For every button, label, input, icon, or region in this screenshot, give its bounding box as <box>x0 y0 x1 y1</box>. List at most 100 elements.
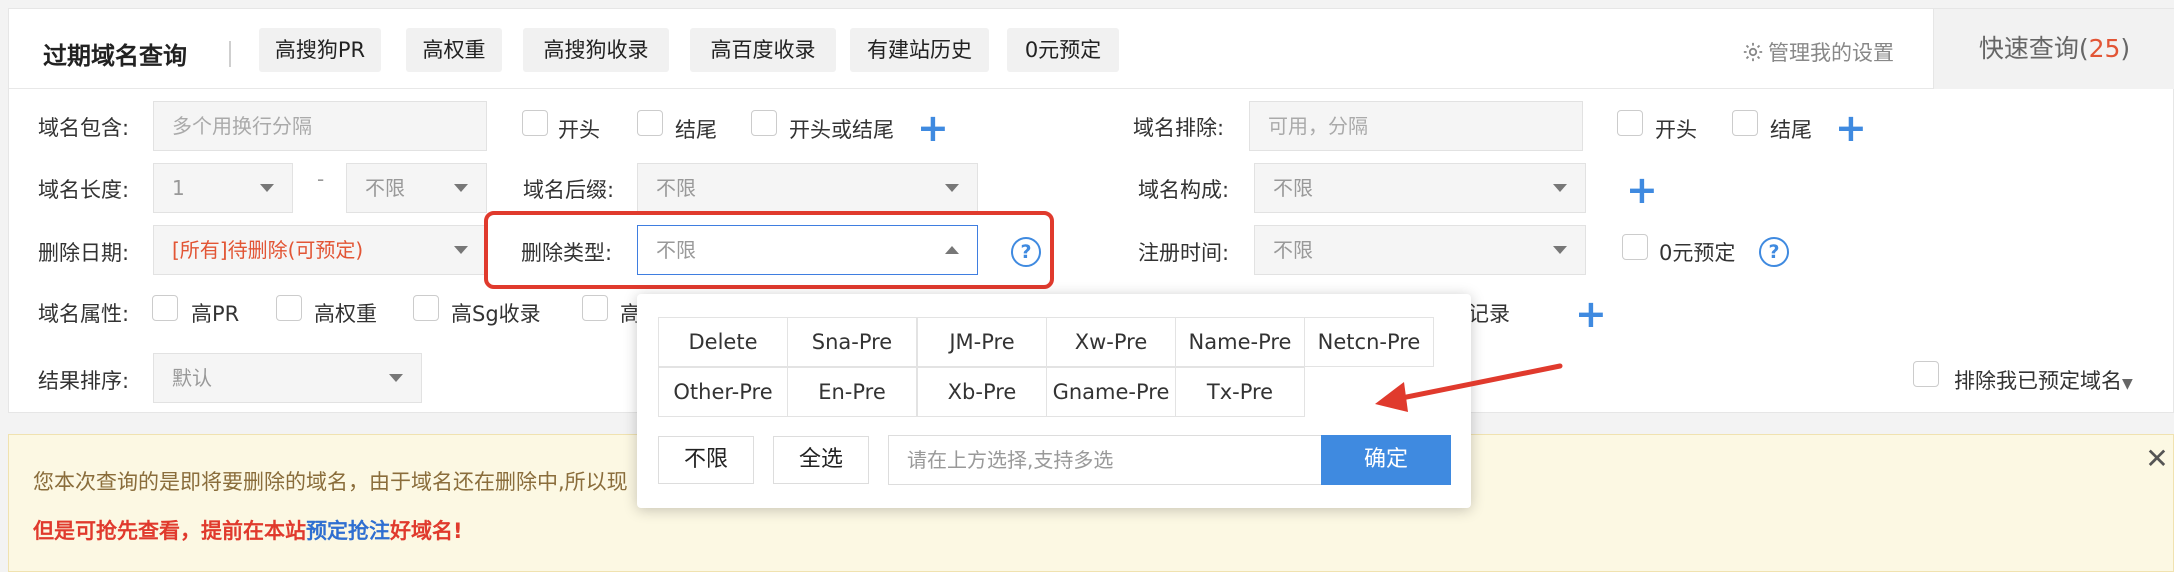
chevron-down-icon <box>260 184 274 192</box>
reg-time-label: 注册时间: <box>1138 241 1230 265</box>
contains-label: 域名包含: <box>38 116 130 140</box>
contains-starts-checkbox[interactable] <box>522 110 548 136</box>
attr-high-sg-checkbox[interactable] <box>413 295 439 321</box>
confirm-button[interactable]: 确定 <box>1321 435 1451 485</box>
sort-label: 结果排序: <box>38 369 130 393</box>
notice-line-1: 您本次查询的是即将要删除的域名，由于域名还在删除中,所以现 <box>33 470 628 494</box>
exclude-reserved-label[interactable]: 排除我已预定域名▼ <box>1954 365 2133 395</box>
chevron-down-icon <box>389 374 403 382</box>
reg-time-select[interactable]: 不限 <box>1254 225 1586 275</box>
delete-date-label: 删除日期: <box>38 241 130 265</box>
suffix-label: 域名后缀: <box>523 178 615 202</box>
option-tx-pre[interactable]: Tx-Pre <box>1175 367 1305 417</box>
notice-line-2: 但是可抢先查看，提前在本站预定抢注好域名! <box>33 515 463 545</box>
reg-time-value: 不限 <box>1273 238 1313 262</box>
option-xb-pre[interactable]: Xb-Pre <box>917 367 1047 417</box>
suffix-value: 不限 <box>656 176 696 200</box>
chevron-down-icon <box>454 184 468 192</box>
composition-label: 域名构成: <box>1138 178 1230 202</box>
option-xw-pre[interactable]: Xw-Pre <box>1046 317 1176 367</box>
attr-high-weight-label: 高权重 <box>314 302 377 326</box>
tag-high-weight[interactable]: 高权重 <box>406 28 502 72</box>
option-sna-pre[interactable]: Sna-Pre <box>787 317 917 367</box>
settings-label: 管理我的设置 <box>1768 41 1894 65</box>
attr-high-checkbox[interactable] <box>582 295 608 321</box>
zero-preorder-label: 0元预定 <box>1659 241 1736 265</box>
add-composition-icon[interactable]: + <box>1626 171 1658 209</box>
selection-input[interactable]: 请在上方选择,支持多选 <box>888 435 1324 485</box>
delete-date-value: [所有]待删除(可预定) <box>172 238 364 262</box>
add-exclude-icon[interactable]: + <box>1835 109 1867 147</box>
notice-line-2-b: 好域名! <box>390 519 463 543</box>
contains-starts-label: 开头 <box>558 118 600 142</box>
contains-input[interactable]: 多个用换行分隔 <box>153 101 487 151</box>
title-divider <box>229 41 231 67</box>
composition-value: 不限 <box>1273 176 1313 200</box>
length-min-value: 1 <box>172 176 185 200</box>
caret-down-icon: ▼ <box>2122 376 2133 392</box>
zero-preorder-help-icon[interactable]: ? <box>1759 237 1789 267</box>
tag-high-baidu-index[interactable]: 高百度收录 <box>690 28 836 72</box>
quick-query-tab[interactable]: 快速查询(25) <box>1933 9 2174 89</box>
contains-starts-or-ends-checkbox[interactable] <box>751 110 777 136</box>
attr-record-label: 记录 <box>1468 302 1510 326</box>
quick-label-end: ) <box>2120 34 2131 63</box>
tag-zero-preorder[interactable]: 0元预定 <box>1007 28 1119 72</box>
length-max-value: 不限 <box>365 176 405 200</box>
tag-build-history[interactable]: 有建站历史 <box>850 28 989 72</box>
suffix-select[interactable]: 不限 <box>637 163 978 213</box>
sort-value: 默认 <box>172 366 212 390</box>
option-delete[interactable]: Delete <box>658 317 788 367</box>
top-bar: 过期域名查询 高搜狗PR 高权重 高搜狗收录 高百度收录 有建站历史 0元预定 … <box>9 9 2174 89</box>
delete-type-dropdown: Delete Sna-Pre JM-Pre Xw-Pre Name-Pre Ne… <box>637 294 1471 508</box>
add-contains-icon[interactable]: + <box>917 109 949 147</box>
length-separator: - <box>317 167 325 191</box>
quick-label: 快速查询( <box>1978 34 2089 63</box>
attr-high-weight-checkbox[interactable] <box>276 295 302 321</box>
attr-label: 域名属性: <box>38 302 130 326</box>
exclude-input[interactable]: 可用，分隔 <box>1249 101 1583 151</box>
close-icon[interactable]: ✕ <box>2141 443 2173 475</box>
annotation-arrow-icon <box>1375 363 1563 412</box>
sort-select[interactable]: 默认 <box>153 353 422 403</box>
tag-high-sogou-pr[interactable]: 高搜狗PR <box>259 28 381 72</box>
notice-line-2-a: 但是可抢先查看，提前在本站 <box>33 519 306 543</box>
contains-ends-checkbox[interactable] <box>637 110 663 136</box>
exclude-ends-label: 结尾 <box>1770 118 1812 142</box>
annotation-highlight-box <box>484 211 1054 289</box>
chevron-down-icon <box>1553 184 1567 192</box>
option-other-pre[interactable]: Other-Pre <box>658 367 788 417</box>
select-all-button[interactable]: 全选 <box>773 436 869 484</box>
exclude-reserved-checkbox[interactable] <box>1913 361 1939 387</box>
length-min-select[interactable]: 1 <box>153 163 293 213</box>
exclude-label: 域名排除: <box>1133 116 1225 140</box>
option-jm-pre[interactable]: JM-Pre <box>917 317 1047 367</box>
quick-count: 25 <box>2088 34 2121 63</box>
gear-icon <box>1743 42 1763 62</box>
chevron-down-icon <box>454 246 468 254</box>
exclude-starts-checkbox[interactable] <box>1617 110 1643 136</box>
length-max-select[interactable]: 不限 <box>346 163 487 213</box>
exclude-starts-label: 开头 <box>1655 118 1697 142</box>
chevron-down-icon <box>945 184 959 192</box>
option-name-pre[interactable]: Name-Pre <box>1175 317 1305 367</box>
exclude-ends-checkbox[interactable] <box>1732 110 1758 136</box>
contains-starts-or-ends-label: 开头或结尾 <box>789 118 894 142</box>
attr-high-pr-label: 高PR <box>191 302 240 326</box>
page-title: 过期域名查询 <box>43 42 187 70</box>
add-attr-icon[interactable]: + <box>1575 295 1607 333</box>
unlimited-button[interactable]: 不限 <box>658 436 754 484</box>
length-label: 域名长度: <box>38 178 130 202</box>
tag-high-sogou-index[interactable]: 高搜狗收录 <box>523 28 669 72</box>
delete-date-select[interactable]: [所有]待删除(可预定) <box>153 225 487 275</box>
contains-ends-label: 结尾 <box>675 118 717 142</box>
chevron-down-icon <box>1553 246 1567 254</box>
manage-settings-link[interactable]: 管理我的设置 <box>1742 37 1894 67</box>
exclude-reserved-text: 排除我已预定域名 <box>1954 369 2122 393</box>
option-en-pre[interactable]: En-Pre <box>787 367 917 417</box>
option-gname-pre[interactable]: Gname-Pre <box>1046 367 1176 417</box>
zero-preorder-checkbox[interactable] <box>1622 234 1648 260</box>
attr-high-pr-checkbox[interactable] <box>152 295 178 321</box>
composition-select[interactable]: 不限 <box>1254 163 1586 213</box>
preorder-link[interactable]: 预定抢注 <box>306 519 390 543</box>
